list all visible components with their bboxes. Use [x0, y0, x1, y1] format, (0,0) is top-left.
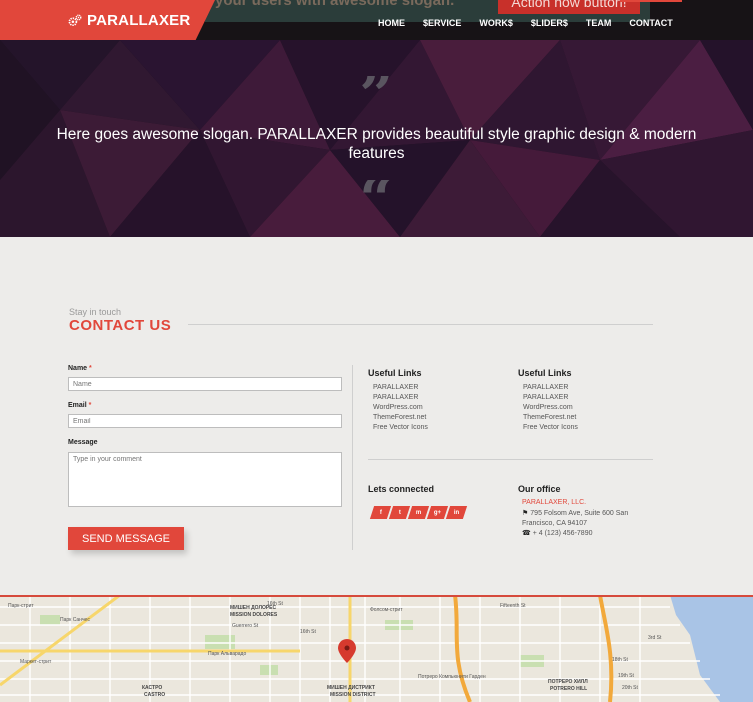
useful-links-list: PARALLAXER PARALLAXER WordPress.com Them…	[523, 383, 578, 433]
map-label: Парк Альварадо	[208, 651, 247, 657]
send-message-button[interactable]: SEND MESSAGE	[68, 527, 184, 550]
useful-links-heading: Useful Links	[518, 368, 572, 378]
map-label: МИШЕН ДОЛОРЕС	[230, 605, 277, 611]
linkedin-icon[interactable]: in	[445, 506, 468, 519]
logo-block[interactable]: PARALLAXER	[0, 0, 215, 40]
link-item[interactable]: Free Vector Icons	[373, 423, 428, 433]
map-label: 20th St	[622, 685, 638, 691]
gears-icon	[68, 14, 82, 26]
twitter-glyph: t	[398, 509, 401, 516]
phone-icon: ☎	[522, 530, 531, 537]
map-label: Парк Санчес	[60, 617, 90, 623]
link-item[interactable]: WordPress.com	[523, 403, 578, 413]
map-label: MISSION DISTRICT	[330, 692, 376, 698]
twitter-icon[interactable]: t	[388, 506, 411, 519]
required-mark: *	[89, 365, 92, 372]
link-item[interactable]: ThemeForest.net	[523, 413, 578, 423]
slogan-text: Here goes awesome slogan. PARALLAXER pro…	[56, 126, 697, 162]
section-title: CONTACT US	[69, 317, 172, 334]
top-header: your users with awesome slogan. Action n…	[0, 0, 753, 40]
map-label: 18th St	[612, 657, 628, 663]
name-label: Name *	[68, 365, 92, 372]
map-label: МИШЕН ДИСТРИКТ	[327, 685, 375, 691]
email-label: Email *	[68, 402, 91, 409]
facebook-glyph: f	[379, 509, 382, 516]
map-label: ПОТРЕРО ХИЛЛ	[548, 679, 588, 685]
map-label: 3rd St	[648, 635, 662, 641]
facebook-icon[interactable]: f	[369, 506, 392, 519]
map-pin-icon: ⚑	[522, 510, 529, 517]
office-address-1: ⚑ 795 Folsom Ave, Suite 600 San	[522, 509, 628, 519]
map-label: Fifteenth St	[500, 603, 526, 609]
horizontal-divider	[368, 459, 653, 460]
name-input[interactable]	[68, 377, 342, 391]
message-label: Message	[68, 439, 98, 446]
mail-icon[interactable]: m	[407, 506, 430, 519]
main-nav: HOME $ERVICE WORK$ $LIDER$ TEAM CONTACT	[369, 0, 682, 40]
contact-section: Stay in touch CONTACT US Name * Email * …	[0, 237, 753, 595]
required-mark: *	[88, 402, 92, 409]
office-company: PARALLAXER, LLC.	[522, 499, 587, 506]
map-label: POTRERO HILL	[550, 686, 588, 692]
quote-open-icon: ”	[0, 76, 753, 108]
address-line-1: 795 Folsom Ave, Suite 600 San	[530, 510, 629, 517]
link-item[interactable]: WordPress.com	[373, 403, 428, 413]
map-label: КАСТРО	[142, 685, 163, 691]
link-item[interactable]: PARALLAXER	[523, 393, 578, 403]
phone-number: + 4 (123) 456-7890	[532, 530, 593, 537]
office-address-2: Francisco, CA 94107	[522, 520, 587, 527]
map-label: CASTRO	[144, 692, 166, 698]
nav-works[interactable]: WORK$	[470, 0, 522, 40]
nav-team[interactable]: TEAM	[577, 0, 621, 40]
nav-contact[interactable]: CONTACT	[620, 0, 682, 40]
location-map[interactable]: Парк-стрит 16th St 16th St Парк Санчес М…	[0, 595, 753, 702]
slogan-section: ” Here goes awesome slogan. PARALLAXER p…	[0, 40, 753, 237]
office-phone: ☎ + 4 (123) 456-7890	[522, 529, 592, 539]
name-label-text: Name	[68, 365, 88, 372]
connect-heading: Lets connected	[368, 484, 435, 494]
useful-links-heading: Useful Links	[368, 368, 422, 378]
google-plus-glyph: g+	[433, 509, 442, 516]
map-label: Парк-стрит	[8, 603, 34, 609]
useful-links-list: PARALLAXER PARALLAXER WordPress.com Them…	[373, 383, 428, 433]
map-label: Guerrero St	[232, 623, 259, 629]
link-item[interactable]: PARALLAXER	[373, 393, 428, 403]
map-label: 16th St	[300, 629, 316, 635]
social-links: f t m g+ in	[369, 506, 468, 519]
quote-close-icon: “	[0, 180, 753, 212]
map-label: MISSION DOLORES	[230, 612, 278, 618]
logo[interactable]: PARALLAXER	[68, 12, 190, 29]
map-label: Потреро Компьюнити Гарден	[418, 674, 486, 680]
office-heading: Our office	[518, 484, 561, 494]
link-item[interactable]: ThemeForest.net	[373, 413, 428, 423]
map-top-border	[0, 595, 753, 597]
message-textarea[interactable]	[68, 452, 342, 507]
link-item[interactable]: PARALLAXER	[523, 383, 578, 393]
email-input[interactable]	[68, 414, 342, 428]
vertical-divider	[352, 365, 353, 550]
linkedin-glyph: in	[453, 509, 460, 516]
mail-glyph: m	[415, 509, 422, 516]
link-item[interactable]: PARALLAXER	[373, 383, 428, 393]
nav-home[interactable]: HOME	[369, 0, 414, 40]
logo-text: PARALLAXER	[87, 12, 191, 29]
title-divider	[188, 324, 653, 325]
google-plus-icon[interactable]: g+	[426, 506, 449, 519]
email-label-text: Email	[68, 402, 87, 409]
map-label: 19th St	[618, 673, 634, 679]
link-item[interactable]: Free Vector Icons	[523, 423, 578, 433]
map-label: Маркет-стрит	[20, 659, 52, 665]
nav-sliders[interactable]: $LIDER$	[522, 0, 577, 40]
map-label: Фолсом-стрит	[370, 607, 403, 613]
nav-service[interactable]: $ERVICE	[414, 0, 470, 40]
section-eyebrow: Stay in touch	[69, 307, 122, 317]
